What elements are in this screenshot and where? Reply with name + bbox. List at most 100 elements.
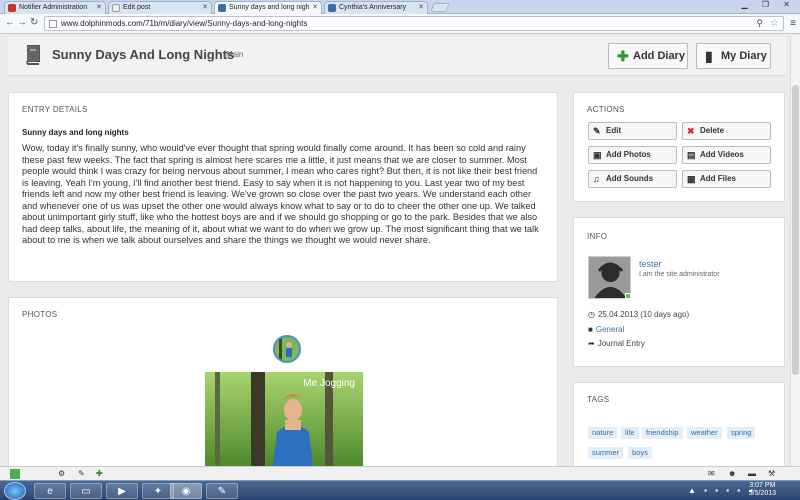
book-icon: ▮: [705, 48, 713, 64]
status-square-icon[interactable]: [10, 469, 20, 479]
back-arrow-icon[interactable]: ←: [5, 17, 15, 28]
tag-item[interactable]: boys: [628, 447, 652, 459]
edit-label: Edit: [606, 126, 622, 135]
tab-label: Notifier Administration: [19, 4, 88, 11]
gear-icon[interactable]: ⚙: [58, 469, 65, 478]
add-files-button[interactable]: ▩ Add Files: [682, 170, 771, 188]
section-title: INFO: [587, 232, 608, 241]
add-sounds-button[interactable]: ♫ Add Sounds: [588, 170, 677, 188]
edit-icon[interactable]: ✎: [78, 469, 85, 478]
add-photos-button[interactable]: ▣ Add Photos: [588, 146, 677, 164]
tag-item[interactable]: spring: [727, 427, 756, 439]
entry-body: Wow, today it's finally sunny, who would…: [22, 143, 539, 245]
edit-button[interactable]: ✎ Edit: [588, 122, 677, 140]
photos-panel: PHOTOS Me Jogging: [8, 297, 558, 477]
user-icon[interactable]: ☻: [728, 469, 736, 478]
entry-date: ◷ 25.04.2013 (10 days ago): [588, 310, 689, 319]
my-diary-label: My Diary: [721, 50, 767, 62]
bookmark-star-icon[interactable]: ☆: [770, 17, 779, 30]
section-title: PHOTOS: [22, 310, 58, 319]
delete-x-icon: ✖: [687, 126, 695, 136]
plus-icon[interactable]: ✚: [96, 469, 103, 478]
share-arrow-icon: ➦: [588, 339, 595, 348]
paint-icon[interactable]: ✎: [206, 483, 238, 499]
close-icon[interactable]: ✕: [312, 2, 318, 14]
add-files-label: Add Files: [700, 174, 737, 183]
window-controls[interactable]: ▁ ❐ ✕: [742, 0, 796, 9]
cart-icon[interactable]: ▬: [748, 469, 756, 478]
entry-details-panel: ENTRY DETAILS Sunny days and long nights…: [8, 92, 558, 282]
tag-item[interactable]: friendship: [642, 427, 683, 439]
page-scrollbar[interactable]: [790, 35, 800, 466]
close-icon[interactable]: ✕: [202, 2, 208, 14]
entry-category[interactable]: ■ General: [588, 325, 624, 334]
tag-item[interactable]: nature: [588, 427, 618, 439]
page-header: Sunny Days And Long Nights Main ✚ Add Di…: [8, 36, 786, 76]
info-panel: INFO tester I am the site administrator …: [573, 217, 785, 367]
add-videos-label: Add Videos: [700, 150, 744, 159]
category-link[interactable]: General: [596, 325, 624, 334]
chrome-icon[interactable]: ◉: [170, 483, 202, 499]
add-diary-label: Add Diary: [633, 50, 685, 62]
entry-heading: Sunny days and long nights: [22, 128, 129, 137]
tab-label: Sunny days and long nigh: [229, 4, 310, 11]
browser-tab-sunny-days[interactable]: Sunny days and long nigh ✕: [214, 1, 322, 14]
clock-icon: ◷: [588, 310, 595, 319]
add-sounds-label: Add Sounds: [606, 174, 654, 183]
tab-favicon-icon: [218, 4, 226, 12]
menu-icon[interactable]: ≡: [790, 18, 796, 29]
page-icon: [49, 20, 57, 28]
close-icon[interactable]: ✕: [96, 2, 102, 14]
new-tab-button[interactable]: [430, 3, 450, 12]
my-diary-button[interactable]: ▮ My Diary: [696, 43, 771, 69]
username-link[interactable]: tester: [639, 259, 662, 269]
tab-favicon-icon: [8, 4, 16, 12]
search-icon[interactable]: ⚲: [756, 17, 763, 30]
ie-icon[interactable]: e: [34, 483, 66, 499]
date-text: 25.04.2013 (10 days ago): [597, 310, 690, 319]
photo-image[interactable]: Me Jogging: [205, 372, 363, 466]
photo-icon: ▣: [593, 150, 602, 160]
delete-button[interactable]: ✖ Delete: [682, 122, 771, 140]
address-bar[interactable]: www.dolphinmods.com/71b/m/diary/view/Sun…: [44, 16, 784, 31]
tag-item[interactable]: life: [621, 427, 639, 439]
tab-label: Edit post: [123, 4, 151, 11]
forward-arrow-icon[interactable]: →: [17, 17, 27, 28]
wrench-icon[interactable]: ⚒: [768, 469, 775, 478]
folder-icon[interactable]: ▭: [70, 483, 102, 499]
tag-item[interactable]: summer: [588, 447, 624, 459]
online-status-icon: [625, 293, 631, 299]
browser-tab-cynthia[interactable]: Cynthia's Anniversary ✕: [324, 1, 428, 14]
windows-taskbar: e ▭ ▶ ✦ ◉ ✎ ▲ ▪ ▪ ▪ ▪ ◂ 3:07 PM 5/5/2013: [0, 480, 800, 500]
delete-label: Delete: [700, 126, 725, 135]
photo-thumbnail-image: [275, 337, 299, 361]
music-icon: ♫: [593, 174, 600, 184]
section-title: ACTIONS: [587, 105, 625, 114]
browser-tab-notifier[interactable]: Notifier Administration ✕: [4, 1, 106, 14]
reload-icon[interactable]: ↻: [30, 17, 38, 28]
photo-thumbnail[interactable]: [273, 335, 301, 363]
browser-tab-edit-post[interactable]: Edit post ✕: [108, 1, 212, 14]
add-diary-button[interactable]: ✚ Add Diary: [608, 43, 688, 69]
mail-icon[interactable]: ✉: [708, 469, 715, 478]
film-icon: ▤: [687, 150, 696, 160]
browser-toolbar: ← → ↻ www.dolphinmods.com/71b/m/diary/vi…: [0, 14, 800, 34]
file-icon: ▩: [687, 174, 696, 184]
tag-item[interactable]: weather: [687, 427, 722, 439]
taskbar-clock[interactable]: 3:07 PM 5/5/2013: [749, 482, 776, 498]
page-title: Sunny Days And Long Nights: [52, 47, 235, 62]
media-player-icon[interactable]: ▶: [106, 483, 138, 499]
start-button[interactable]: [4, 482, 26, 500]
close-icon[interactable]: ✕: [418, 2, 424, 14]
folder-icon: ■: [588, 325, 593, 334]
tab-label: Cynthia's Anniversary: [339, 4, 407, 11]
user-description: I am the site administrator: [639, 271, 720, 278]
system-tray[interactable]: ▲ ▪ ▪ ▪ ▪ ◂: [688, 486, 755, 495]
add-videos-button[interactable]: ▤ Add Videos: [682, 146, 771, 164]
actions-panel: ACTIONS ✎ Edit ✖ Delete ▣ Add Photos ▤ A…: [573, 92, 785, 202]
type-text: Journal Entry: [597, 339, 645, 348]
url-text: www.dolphinmods.com/71b/m/diary/view/Sun…: [61, 19, 308, 28]
scrollbar-thumb[interactable]: [792, 85, 799, 375]
site-widget-bar: ⚙ ✎ ✚ ✉ ☻ ▬ ⚒: [0, 466, 800, 480]
section-title: TAGS: [587, 395, 610, 404]
